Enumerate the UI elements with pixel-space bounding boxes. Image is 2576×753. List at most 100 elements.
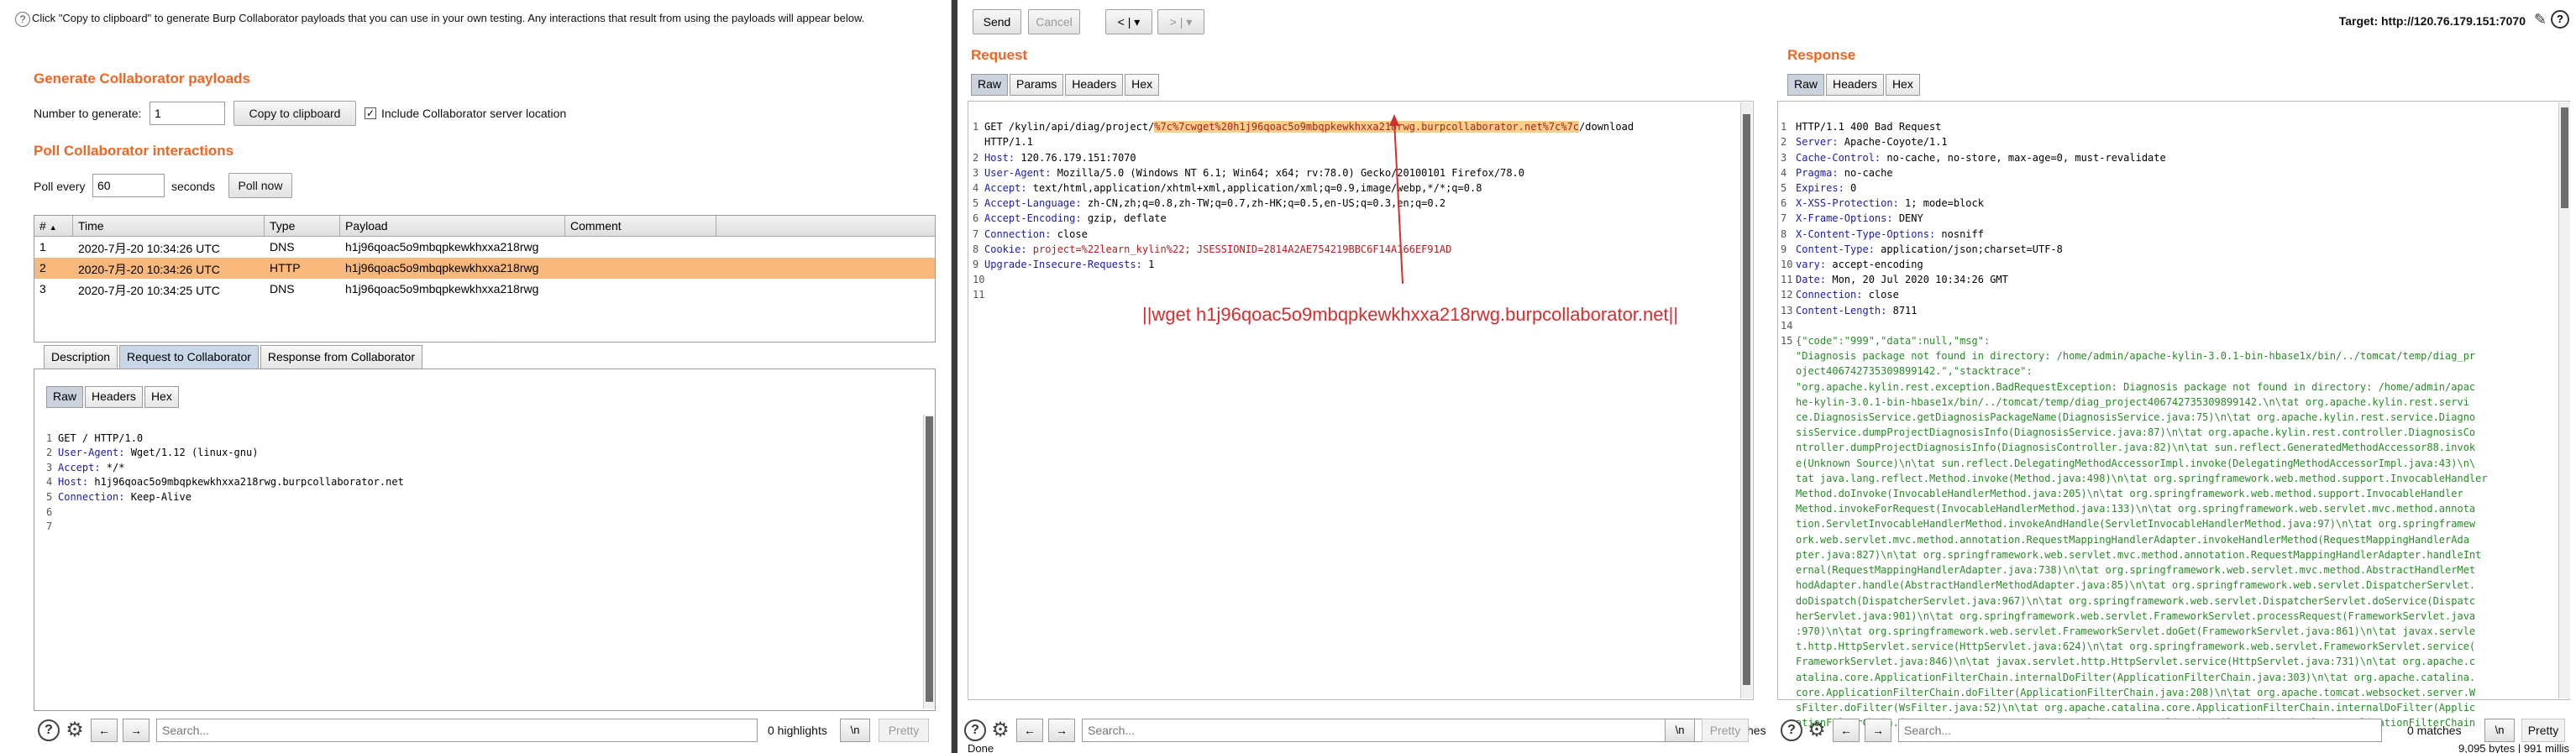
code-line: core.ApplicationFilterChain.doFilter(App… [1796,686,2476,698]
collaborator-client-pane: ? Click "Copy to clipboard" to generate … [0,0,952,753]
collaborator-request-text[interactable]: 1 GET / HTTP/1.0 2 User-Agent: Wget/1.12 (l… [46,416,404,564]
pretty-button[interactable]: Pretty [879,719,929,742]
request-pretty-button[interactable]: Pretty [1702,719,1749,742]
code-line: atalina.core.ApplicationFilterChain.inte… [1796,671,2476,683]
code-line: e(Unknown Source)\n\tat sun.reflect.Dele… [1796,457,2476,469]
code-line: sFilter.doFilter(WsFilter.java:52)\n\tat… [1796,701,2476,714]
code-line: 8 X-Content-Type-Options: nosniff [1781,227,1984,240]
response-scrollbar[interactable] [2558,102,2570,698]
number-to-generate-label: Number to generate: [34,107,142,120]
request-scrollbar[interactable] [1740,102,1752,698]
include-server-label: Include Collaborator server location [381,107,567,120]
code-line: pter.java:827)\n\tat org.springframework… [1796,548,2482,561]
help-icon[interactable]: ? [1781,719,1802,741]
poll-now-button[interactable]: Poll now [228,173,292,198]
cell-type: HTTP [270,261,301,275]
target-label: Target: http://120.76.179.151:7070 [2338,14,2526,28]
code-line: he-kylin-3.0.1-bin-hbase1x/bin/../tomcat… [1796,395,2469,408]
arrow-left-icon: ← [1840,724,1852,737]
request-scrollbar[interactable] [923,415,935,709]
annotation-arrow [1389,114,1403,285]
tab-raw[interactable]: Raw [1787,74,1825,96]
table-row-selected[interactable]: 2 2020-7月-20 10:34:26 UTC HTTP h1j96qoac… [34,258,935,279]
response-text[interactable]: 1 HTTP/1.1 400 Bad Request 2 Server: Apache… [1781,104,2488,753]
code-line: 13 Content-Length: 8711 [1781,304,1918,316]
newline-toggle-button[interactable]: \n [2484,719,2515,742]
seconds-label: seconds [171,180,216,193]
response-view-tabs: Raw Headers Hex [1787,74,1922,96]
pretty-button[interactable]: Pretty [2521,719,2565,742]
code-line: hodAdapter.handle(AbstractHandlerMethodA… [1796,579,2476,592]
interactions-table: # ▲ Time Type Payload Comment 1 2020-7月-… [34,215,936,343]
tab-description[interactable]: Description [44,345,118,369]
column-header-payload[interactable]: Payload [340,216,565,236]
tab-headers[interactable]: Headers [1826,74,1884,96]
column-header-type[interactable]: Type [265,216,340,236]
gear-icon[interactable]: ⚙ [989,719,1011,741]
code-line: 1 GET / HTTP/1.0 [46,431,144,444]
cell-number: 1 [39,240,46,254]
help-icon[interactable]: ? [964,719,986,741]
subtab-headers[interactable]: Headers [85,386,143,408]
request-search-input[interactable] [1082,719,1705,742]
code-line: "Diagnosis package not found in director… [1796,350,2476,363]
cell-time: 2020-7月-20 10:34:26 UTC [78,263,220,276]
column-header-time[interactable]: Time [73,216,265,236]
status-done: Done [968,742,994,753]
code-line: tat java.lang.reflect.Method.invoke(Meth… [1796,472,2488,484]
code-line: ntroller.dumpProjectDiagnosisInfo(Diagno… [1796,442,2476,454]
window-divider [952,0,957,753]
code-line: 10 vary: accept-encoding [1781,259,1923,271]
code-line: 1 HTTP/1.1 400 Bad Request [1781,121,1942,133]
next-match-button[interactable]: → [1865,719,1891,742]
tab-request-to-collaborator[interactable]: Request to Collaborator [119,345,259,369]
gear-icon[interactable]: ⚙ [1806,719,1828,741]
code-line: 3 Cache-Control: no-cache, no-store, max-… [1781,151,2166,164]
arrow-left-icon: ← [98,724,110,737]
next-match-button[interactable]: → [123,719,150,742]
tab-hex[interactable]: Hex [1885,74,1920,96]
number-to-generate-input[interactable] [150,102,225,125]
help-icon[interactable]: ? [38,719,60,741]
gear-icon[interactable]: ⚙ [64,719,86,741]
edit-target-icon[interactable]: ✎ [2534,11,2547,29]
cell-number: 2 [39,261,46,275]
code-line: ork.web.servlet.mvc.method.annotation.Re… [1796,533,2469,546]
cell-payload: h1j96qoac5o9mbqpkewkhxxa218rwg [345,282,539,295]
code-line: 11 Date: Mon, 20 Jul 2020 10:34:26 GMT [1781,274,2008,286]
subtab-raw[interactable]: Raw [46,386,84,408]
subtab-hex[interactable]: Hex [144,386,179,408]
previous-match-button[interactable]: ← [91,719,118,742]
table-row[interactable]: 3 2020-7月-20 10:34:25 UTC DNS h1j96qoac5… [34,279,935,300]
code-line: 7 [46,520,53,533]
arrow-right-icon: → [1056,724,1068,737]
cell-number: 3 [39,282,46,295]
search-input[interactable] [156,719,758,742]
newline-toggle-button[interactable]: \n [840,719,870,742]
code-line: FrameworkServlet.java:846)\n\tat javax.s… [1796,656,2476,668]
cell-time: 2020-7月-20 10:34:25 UTC [78,284,220,297]
include-server-checkbox[interactable]: ✓ [365,107,376,119]
help-icon[interactable]: ? [2551,10,2569,29]
code-line: 4 Pragma: no-cache [1781,166,1893,179]
response-search-input[interactable] [1898,719,2382,742]
cell-time: 2020-7月-20 10:34:26 UTC [78,242,220,255]
table-row[interactable]: 1 2020-7月-20 10:34:26 UTC DNS h1j96qoac5… [34,237,935,258]
status-bytes: 9,095 bytes | 991 millis [2458,742,2569,753]
arrow-right-icon: → [130,724,142,737]
response-title: Response [1787,47,1856,63]
code-line: 6 [46,505,53,518]
column-header-number[interactable]: # ▲ [34,216,73,236]
column-header-comment[interactable]: Comment [565,216,716,236]
cell-payload: h1j96qoac5o9mbqpkewkhxxa218rwg [345,240,539,254]
info-icon: ? [15,12,30,27]
next-match-button[interactable]: → [1048,719,1075,742]
previous-match-button[interactable]: ← [1016,719,1043,742]
code-line: Method.invokeForRequest(InvocableHandler… [1796,503,2476,515]
poll-every-input[interactable] [92,174,165,197]
request-newline-toggle-button[interactable]: \n [1665,719,1695,742]
code-line: :970)\n\tat org.springframework.web.serv… [1796,625,2476,637]
copy-to-clipboard-button[interactable]: Copy to clipboard [233,101,356,126]
previous-match-button[interactable]: ← [1833,719,1860,742]
tab-response-from-collaborator[interactable]: Response from Collaborator [260,345,422,369]
